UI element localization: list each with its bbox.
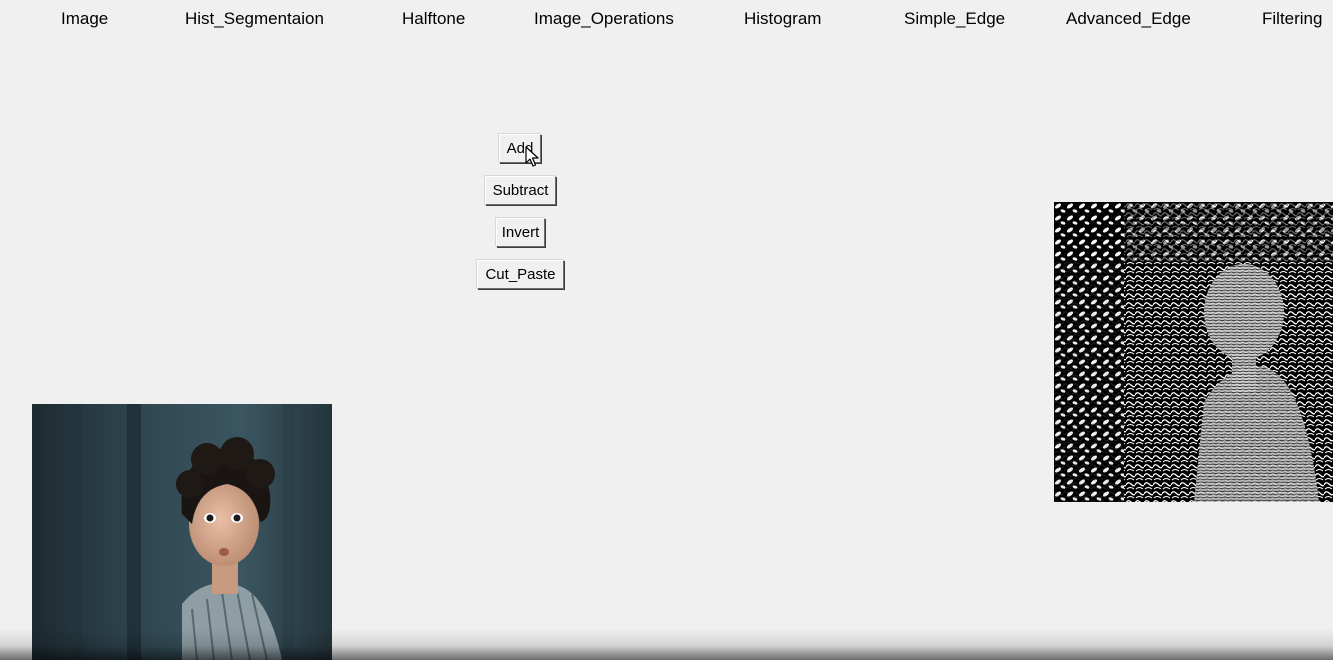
menu-item-image-operations[interactable]: Image_Operations xyxy=(534,9,674,29)
original-image xyxy=(32,404,332,660)
mouse-cursor-icon xyxy=(525,146,539,167)
menu-item-image[interactable]: Image xyxy=(61,9,108,29)
menu-item-hist-segmentation[interactable]: Hist_Segmentaion xyxy=(185,9,324,29)
result-image xyxy=(1054,202,1333,502)
edge-detected-photo-icon xyxy=(1054,202,1333,502)
child-photo-icon xyxy=(32,404,332,660)
subtract-button[interactable]: Subtract xyxy=(485,176,556,205)
menu-bar: Image Hist_Segmentaion Halftone Image_Op… xyxy=(0,0,1333,40)
menu-item-advanced-edge[interactable]: Advanced_Edge xyxy=(1066,9,1191,29)
menu-item-simple-edge[interactable]: Simple_Edge xyxy=(904,9,1005,29)
menu-item-filtering[interactable]: Filtering xyxy=(1262,9,1322,29)
menu-item-histogram[interactable]: Histogram xyxy=(744,9,821,29)
invert-button[interactable]: Invert xyxy=(496,218,545,247)
cut-paste-button[interactable]: Cut_Paste xyxy=(477,260,564,289)
menu-item-halftone[interactable]: Halftone xyxy=(402,9,465,29)
